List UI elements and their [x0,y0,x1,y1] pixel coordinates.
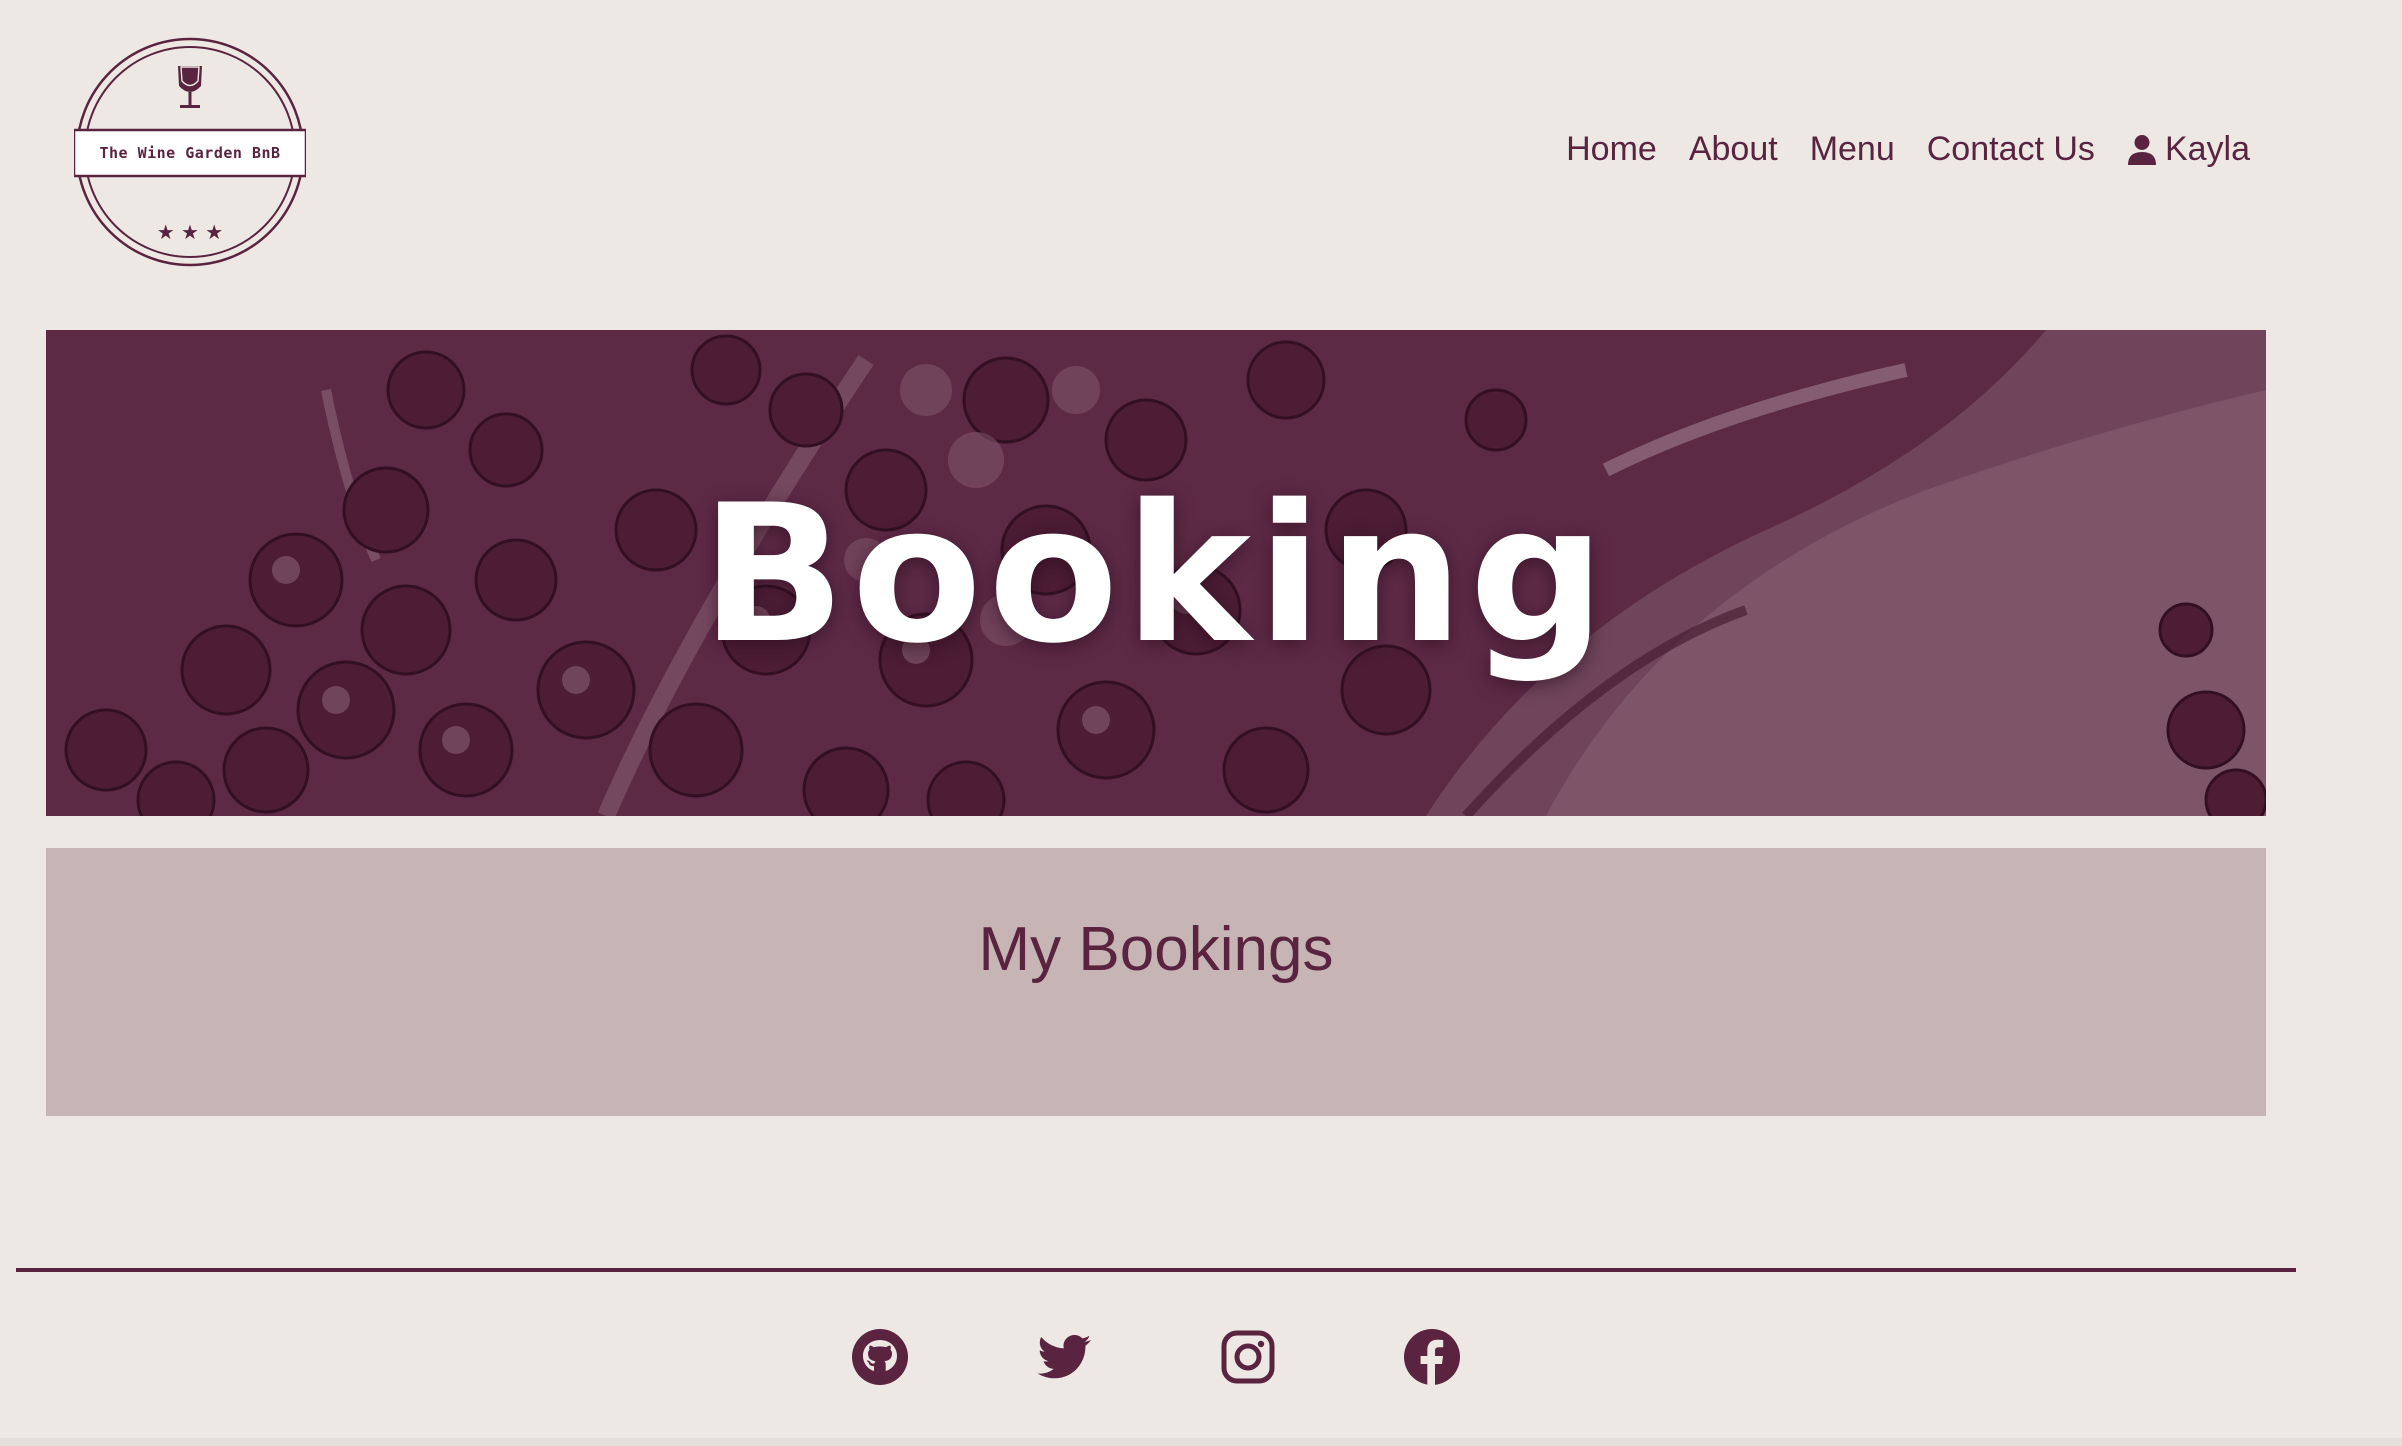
nav-home-link[interactable]: Home [1566,130,1657,169]
nav-menu-link[interactable]: Menu [1810,130,1895,169]
page-bottom-edge [0,1438,2402,1446]
user-icon [2127,134,2156,165]
instagram-icon[interactable] [1219,1328,1277,1386]
site-logo[interactable]: ★ ★ ★ The Wine Garden BnB [74,36,306,268]
hero-banner: Booking [46,330,2266,816]
nav-contact-link[interactable]: Contact Us [1927,130,2095,169]
main-nav: Home About Menu Contact Us Kayla [1566,130,2250,169]
twitter-icon[interactable] [1035,1328,1093,1386]
svg-text:★ ★ ★: ★ ★ ★ [157,220,224,244]
facebook-icon[interactable] [1403,1328,1461,1386]
hero-title: Booking [700,464,1612,685]
my-bookings-heading: My Bookings [978,915,1334,984]
nav-user-link[interactable]: Kayla [2127,130,2250,169]
github-icon[interactable] [851,1328,909,1386]
footer-divider [16,1268,2296,1272]
nav-about-link[interactable]: About [1689,130,1778,169]
social-links [0,1328,2312,1386]
logo-text: The Wine Garden BnB [99,144,281,162]
page: ★ ★ ★ The Wine Garden BnB Home About Men… [0,0,2402,1446]
my-bookings-panel: My Bookings [46,848,2266,1116]
user-name: Kayla [2164,130,2250,168]
